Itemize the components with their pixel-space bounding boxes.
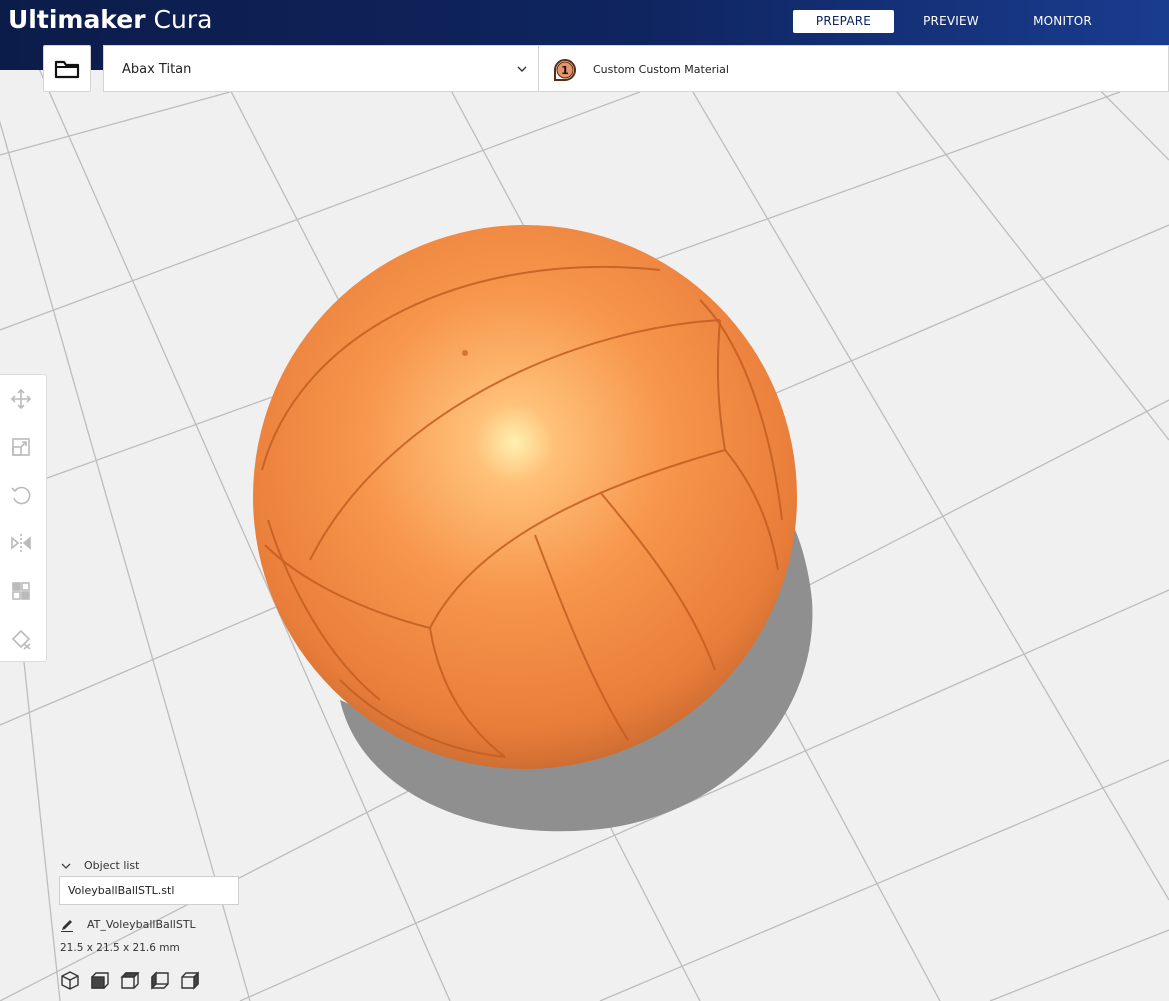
extruder-badge-icon: 1: [554, 59, 576, 81]
material-name: Custom Custom Material: [593, 63, 729, 76]
printer-name: Abax Titan: [122, 62, 192, 77]
front-view-button[interactable]: [90, 969, 110, 991]
app-product: Cura: [153, 5, 213, 34]
object-dimensions: 21.5 x 21.5 x 21.6 mm: [60, 942, 180, 954]
scale-tool-button[interactable]: [8, 434, 34, 460]
app-brand: Ultimaker: [8, 5, 146, 34]
tab-preview[interactable]: PREVIEW: [901, 10, 1001, 33]
per-model-settings-tool-button[interactable]: [8, 578, 34, 604]
rotate-tool-button[interactable]: [8, 482, 34, 508]
camera-view-buttons: [60, 969, 200, 993]
chevron-down-icon: [517, 66, 527, 72]
support-blocker-tool-button[interactable]: [8, 626, 34, 652]
object-list-label: Object list: [84, 859, 140, 872]
volleyball-model: [253, 225, 797, 769]
folder-icon: [54, 60, 80, 78]
left-view-button[interactable]: [150, 969, 170, 991]
object-list-item[interactable]: VoleyballBallSTL.stl: [59, 876, 239, 905]
rotate-icon: [11, 486, 31, 505]
move-tool-button[interactable]: [8, 386, 34, 412]
per-model-settings-icon: [12, 582, 30, 600]
cube-right-icon: [181, 971, 199, 990]
cube-3d-icon: [61, 971, 79, 990]
tab-monitor[interactable]: MONITOR: [1012, 10, 1113, 33]
object-name: AT_VoleyballBallSTL: [87, 918, 196, 931]
move-icon: [10, 388, 32, 410]
top-view-button[interactable]: [120, 969, 140, 991]
support-blocker-icon: [11, 629, 31, 650]
object-name-row[interactable]: AT_VoleyballBallSTL: [60, 916, 196, 934]
cube-front-icon: [91, 972, 109, 989]
printer-selector[interactable]: Abax Titan: [103, 45, 539, 92]
edit-pencil-icon: [61, 920, 73, 932]
cube-left-icon: [151, 971, 169, 990]
cube-top-icon: [120, 972, 140, 989]
tab-prepare[interactable]: PREPARE: [793, 10, 894, 33]
chevron-down-icon: [61, 863, 71, 869]
mirror-tool-button[interactable]: [8, 530, 34, 556]
print-setup-selector[interactable]: 1 Custom Custom Material: [539, 45, 1169, 92]
app-title: Ultimaker Cura: [8, 4, 212, 36]
mirror-icon: [11, 534, 31, 552]
3d-view-button[interactable]: [60, 969, 80, 991]
right-view-button[interactable]: [180, 969, 200, 991]
object-list-toggle[interactable]: Object list: [60, 857, 139, 875]
scale-icon: [12, 438, 30, 456]
build-plate-viewport[interactable]: [0, 0, 1169, 1001]
open-file-button[interactable]: [43, 45, 91, 92]
tool-bar: [0, 374, 47, 662]
extruder-number: 1: [561, 64, 569, 77]
